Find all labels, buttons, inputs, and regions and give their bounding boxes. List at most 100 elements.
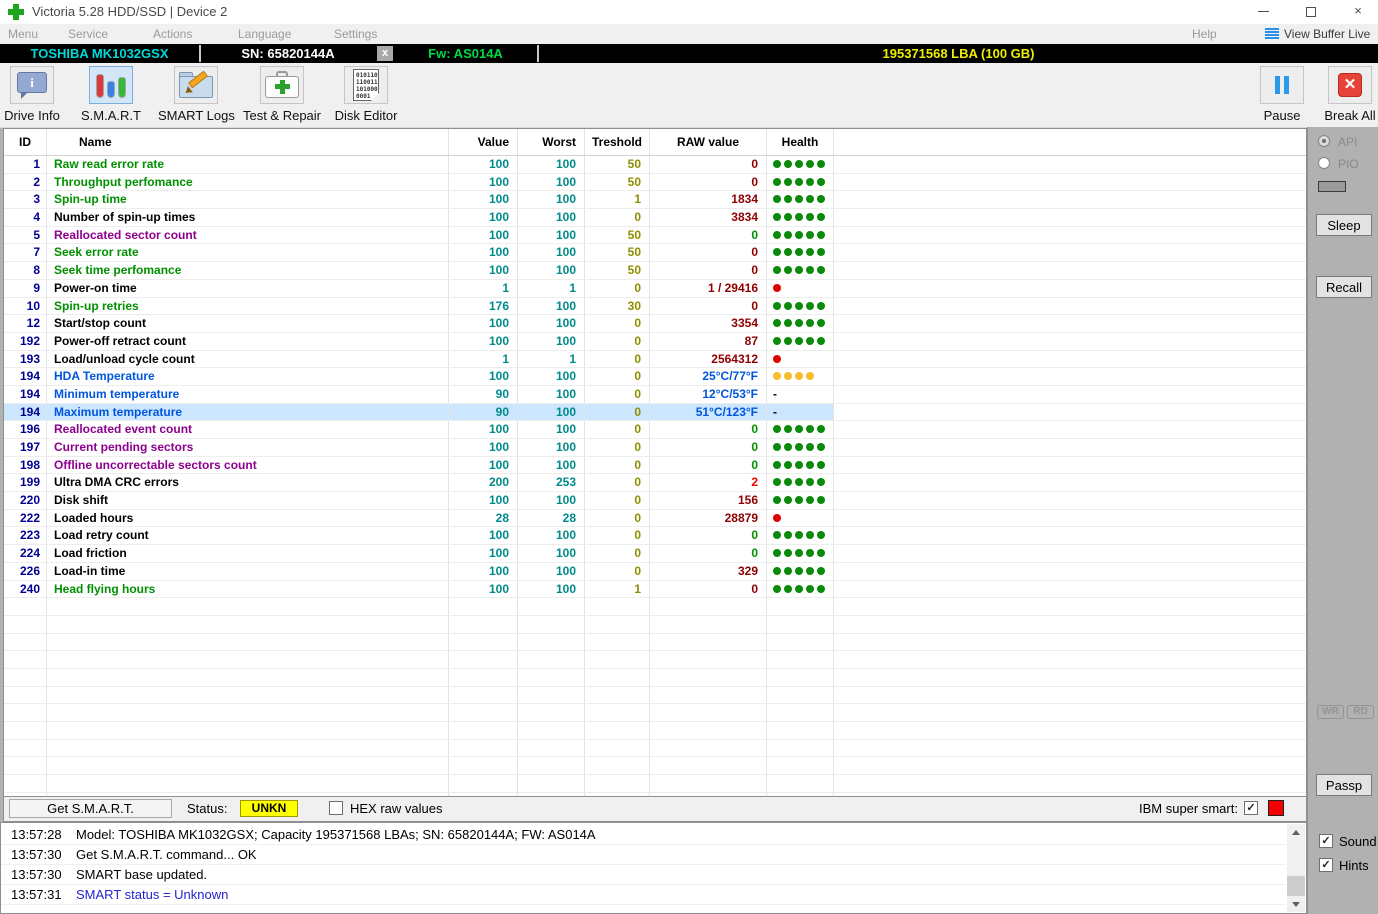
table-row-empty (4, 757, 1306, 776)
column-header-treshold[interactable]: Treshold (585, 129, 650, 155)
maximize-button[interactable] (1296, 0, 1326, 24)
smart-table: ID Name Value Worst Treshold RAW value H… (3, 128, 1307, 797)
health-indicator (767, 492, 834, 509)
view-buffer-live-button[interactable]: View Buffer Live (1284, 24, 1370, 44)
recall-button[interactable]: Recall (1316, 276, 1372, 298)
ibm-super-smart-label: IBM super smart: (1139, 801, 1238, 816)
hex-raw-values-checkbox[interactable] (329, 801, 343, 815)
table-row[interactable]: 2 Throughput perfomance 100 100 50 0 (4, 173, 1306, 192)
table-row[interactable]: 8 Seek time perfomance 100 100 50 0 (4, 262, 1306, 280)
table-header: ID Name Value Worst Treshold RAW value H… (4, 129, 1306, 156)
close-button[interactable]: × (1343, 0, 1373, 24)
column-header-raw[interactable]: RAW value (650, 129, 767, 155)
break-all-button[interactable]: ✕ (1328, 66, 1372, 104)
pio-radio[interactable] (1318, 157, 1330, 169)
hints-checkbox[interactable] (1319, 858, 1333, 872)
health-indicator (767, 244, 834, 262)
test-repair-button[interactable] (260, 66, 304, 104)
side-panel: API PIO Sleep Recall WR RD Passp Sound H… (1307, 127, 1378, 914)
app-logo-plus-icon (8, 4, 24, 20)
pause-button[interactable] (1260, 66, 1304, 104)
test-repair-label: Test & Repair (242, 108, 322, 123)
table-row[interactable]: 10 Spin-up retries 176 100 30 0 (4, 297, 1306, 316)
log-scrollbar[interactable] (1287, 824, 1305, 912)
break-x-icon: ✕ (1338, 73, 1362, 97)
table-row[interactable]: 240 Head flying hours 100 100 1 0 (4, 580, 1306, 599)
table-row[interactable]: 194 HDA Temperature 100 100 0 25°C/77°F (4, 368, 1306, 386)
table-row[interactable]: 194 Maximum temperature 90 100 0 51°C/123°F - (4, 403, 1306, 422)
table-row[interactable]: 226 Load-in time 100 100 0 329 (4, 562, 1306, 581)
device-close-button[interactable]: x (377, 46, 393, 61)
smart-logs-button[interactable] (174, 66, 218, 104)
api-radio[interactable] (1318, 135, 1330, 147)
health-indicator (767, 527, 834, 545)
table-row[interactable]: 198 Offline uncorrectable sectors count 10… (4, 456, 1306, 475)
table-row-empty (4, 704, 1306, 722)
hex-raw-values-label: HEX raw values (350, 801, 443, 816)
pio-label: PIO (1338, 157, 1359, 171)
table-row[interactable]: 4 Number of spin-up times 100 100 0 3834 (4, 209, 1306, 227)
disk-editor-button[interactable]: 010110 110011 101000 0001 (344, 66, 388, 104)
menu-item-menu[interactable]: Menu (8, 24, 38, 44)
health-indicator (767, 562, 834, 580)
table-row[interactable]: 12 Start/stop count 100 100 0 3354 (4, 315, 1306, 333)
smart-tubes-icon (94, 71, 128, 99)
drive-info-label: Drive Info (4, 108, 60, 123)
column-header-value[interactable]: Value (449, 129, 518, 155)
pause-label: Pause (1263, 108, 1301, 123)
ibm-super-smart-checkbox[interactable] (1244, 801, 1258, 815)
rd-button[interactable]: RD (1347, 705, 1374, 719)
table-row[interactable]: 222 Loaded hours 28 28 0 28879 (4, 509, 1306, 528)
smart-status-bar: Get S.M.A.R.T. Status: UNKN HEX raw valu… (3, 797, 1307, 822)
column-header-health[interactable]: Health (767, 129, 834, 155)
menu-item-help[interactable]: Help (1192, 24, 1217, 44)
table-row[interactable]: 199 Ultra DMA CRC errors 200 253 0 2 (4, 474, 1306, 493)
table-row[interactable]: 197 Current pending sectors 100 100 0 0 (4, 439, 1306, 457)
health-indicator (767, 509, 834, 527)
table-row[interactable]: 223 Load retry count 100 100 0 0 (4, 527, 1306, 546)
table-row-empty (4, 775, 1306, 793)
toolbar: i Drive Info S.M.A.R.T SMART Logs Test &… (0, 63, 1378, 128)
table-row[interactable]: 220 Disk shift 100 100 0 156 (4, 492, 1306, 510)
smart-button[interactable] (89, 66, 133, 104)
table-row[interactable]: 1 Raw read error rate 100 100 50 0 (4, 156, 1306, 174)
title-bar: Victoria 5.28 HDD/SSD | Device 2 × (0, 0, 1378, 24)
menu-item-service[interactable]: Service (68, 24, 108, 44)
table-row[interactable]: 193 Load/unload cycle count 1 1 0 2564312 (4, 350, 1306, 369)
health-indicator (767, 421, 834, 438)
table-row-empty (4, 722, 1306, 740)
health-indicator (767, 209, 834, 226)
drive-info-button[interactable]: i (10, 66, 54, 104)
sound-label: Sound (1339, 834, 1377, 849)
column-header-worst[interactable]: Worst (518, 129, 585, 155)
table-row[interactable]: 196 Reallocated event count 100 100 0 0 (4, 421, 1306, 439)
device-info-bar: TOSHIBA MK1032GSX SN: 65820144A x Fw: AS… (0, 44, 1378, 63)
table-row-empty (4, 633, 1306, 652)
column-header-id[interactable]: ID (4, 129, 47, 155)
disk-editor-label: Disk Editor (334, 108, 398, 123)
minimize-button[interactable] (1248, 0, 1278, 24)
table-row[interactable]: 194 Minimum temperature 90 100 0 12°C/53°F - (4, 385, 1306, 404)
sleep-button[interactable]: Sleep (1316, 214, 1372, 236)
status-label: Status: (187, 801, 228, 816)
menu-item-actions[interactable]: Actions (153, 24, 192, 44)
wr-button[interactable]: WR (1317, 705, 1344, 719)
scroll-up-arrow-icon[interactable] (1287, 824, 1305, 840)
status-badge: UNKN (240, 800, 298, 817)
passp-button[interactable]: Passp (1316, 774, 1372, 796)
menu-item-language[interactable]: Language (238, 24, 291, 44)
table-row[interactable]: 7 Seek error rate 100 100 50 0 (4, 244, 1306, 263)
scroll-down-arrow-icon[interactable] (1287, 896, 1305, 912)
table-row[interactable]: 9 Power-on time 1 1 0 1 / 29416 (4, 279, 1306, 298)
table-row[interactable]: 224 Load friction 100 100 0 0 (4, 545, 1306, 563)
table-row[interactable]: 192 Power-off retract count 100 100 0 87 (4, 332, 1306, 351)
get-smart-button[interactable]: Get S.M.A.R.T. (9, 799, 172, 818)
table-row[interactable]: 3 Spin-up time 100 100 1 1834 (4, 191, 1306, 210)
device-serial: SN: 65820144A (241, 46, 335, 61)
table-row[interactable]: 5 Reallocated sector count 100 100 50 0 (4, 226, 1306, 245)
sound-checkbox[interactable] (1319, 834, 1333, 848)
menu-item-settings[interactable]: Settings (334, 24, 377, 44)
buffer-list-icon (1265, 28, 1279, 40)
column-header-name[interactable]: Name (47, 129, 449, 155)
health-indicator (767, 173, 834, 191)
